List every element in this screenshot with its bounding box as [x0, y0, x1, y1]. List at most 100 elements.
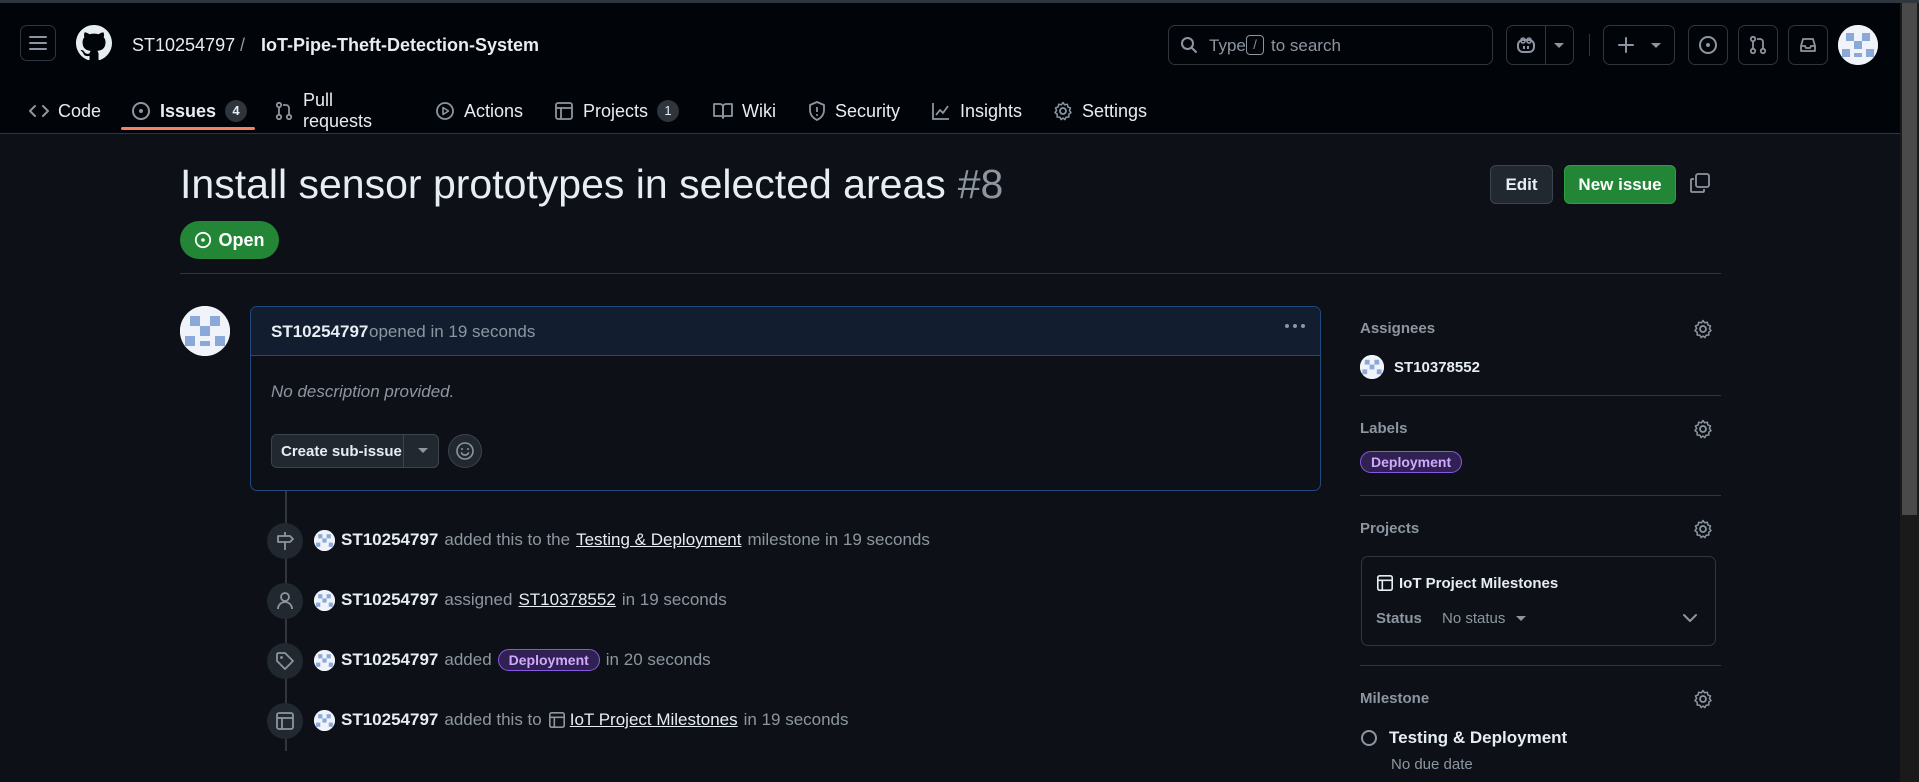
milestone-heading[interactable]: Milestone: [1360, 690, 1429, 707]
timeline-event-project: ST10254797 added this to IoT Project Mil…: [314, 708, 849, 732]
issue-number: #8: [957, 161, 1004, 207]
assignees-heading[interactable]: Assignees: [1360, 320, 1435, 337]
header-divider: [1589, 34, 1590, 56]
expand-chevron-icon[interactable]: [1682, 613, 1698, 623]
timeline-event-milestone: ST10254797 added this to the Testing & D…: [314, 528, 930, 552]
smiley-icon: [456, 442, 474, 460]
tab-label: Security: [835, 100, 901, 121]
project-status-value: No status: [1442, 610, 1506, 627]
label-badge[interactable]: Deployment: [1360, 451, 1463, 473]
chevron-down-icon[interactable]: [417, 447, 429, 455]
tab-label: Actions: [464, 100, 524, 121]
breadcrumb-owner[interactable]: ST10254797: [132, 35, 235, 56]
milestone-item[interactable]: Testing & Deployment: [1361, 728, 1567, 748]
event-actor[interactable]: ST10254797: [341, 590, 438, 610]
avatar[interactable]: [314, 589, 335, 611]
copilot-button[interactable]: [1506, 25, 1574, 65]
event-text: added: [444, 650, 492, 669]
search-icon: [1180, 36, 1198, 54]
labels-heading[interactable]: Labels: [1360, 420, 1408, 437]
page-scrollbar[interactable]: [1900, 3, 1919, 782]
plus-icon: [1617, 36, 1635, 54]
new-issue-button[interactable]: New issue: [1564, 165, 1676, 204]
gear-icon[interactable]: [1693, 419, 1713, 439]
github-logo-icon[interactable]: [76, 25, 112, 61]
tab-security[interactable]: Security: [808, 88, 900, 134]
copilot-divider: [1545, 26, 1546, 64]
inbox-button[interactable]: [1788, 25, 1828, 65]
assignee-link[interactable]: ST10378552: [518, 590, 615, 610]
graph-icon: [931, 101, 951, 121]
tab-pull-requests[interactable]: Pull requests: [274, 88, 372, 134]
gear-icon[interactable]: [1693, 689, 1713, 709]
issues-button[interactable]: [1688, 25, 1728, 65]
tab-projects[interactable]: Projects 1: [554, 88, 680, 134]
issue-title: Install sensor prototypes in selected ar…: [180, 161, 1003, 208]
table-icon: [1376, 574, 1394, 592]
event-text: added this to the: [444, 530, 571, 549]
git-pull-request-icon: [274, 101, 294, 121]
projects-count-badge: 1: [657, 100, 680, 122]
issue-state-badge: Open: [180, 221, 279, 259]
sidebar-divider: [1360, 665, 1721, 666]
event-actor[interactable]: ST10254797: [341, 530, 438, 550]
gear-icon[interactable]: [1693, 519, 1713, 539]
avatar: [1360, 355, 1384, 379]
menu-button[interactable]: [20, 25, 56, 61]
timeline-event-assigned: ST10254797 assigned ST10378552 in 19 sec…: [314, 588, 727, 612]
code-icon: [29, 103, 49, 119]
project-link[interactable]: IoT Project Milestones: [570, 710, 738, 730]
table-icon: [554, 101, 574, 121]
create-sub-issue-label: Create sub-issue: [281, 443, 402, 460]
milestone-link[interactable]: Testing & Deployment: [576, 530, 741, 550]
tab-insights[interactable]: Insights: [931, 88, 1022, 134]
issue-body-comment: ST10254797 opened in 19 seconds No descr…: [250, 306, 1321, 491]
tab-wiki[interactable]: Wiki: [713, 88, 776, 134]
project-name: IoT Project Milestones: [1399, 574, 1559, 592]
repo-header: ST10254797 / IoT-Pipe-Theft-Detection-Sy…: [0, 3, 1900, 134]
chevron-down-icon[interactable]: [1553, 42, 1565, 50]
issue-opened-icon: [194, 231, 212, 249]
avatar[interactable]: [314, 709, 335, 731]
event-actor[interactable]: ST10254797: [341, 650, 438, 670]
issue-title-text: Install sensor prototypes in selected ar…: [180, 161, 946, 207]
gear-icon[interactable]: [1693, 319, 1713, 339]
comment-author[interactable]: ST10254797: [271, 322, 368, 342]
play-icon: [435, 101, 455, 121]
issues-count-badge: 4: [225, 100, 248, 122]
event-text: assigned: [444, 590, 513, 609]
copy-link-icon[interactable]: [1689, 172, 1711, 194]
event-text: added this to: [444, 710, 542, 729]
create-new-button[interactable]: [1603, 25, 1675, 65]
tab-label: Code: [58, 100, 102, 121]
edit-button[interactable]: Edit: [1490, 165, 1553, 204]
milestone-progress-icon: [1361, 730, 1377, 746]
avatar[interactable]: [314, 649, 335, 671]
milestone-name: Testing & Deployment: [1389, 728, 1568, 747]
add-reaction-button[interactable]: [448, 434, 482, 468]
tab-settings[interactable]: Settings: [1053, 88, 1147, 134]
label-badge[interactable]: Deployment: [497, 649, 600, 671]
tab-actions[interactable]: Actions: [435, 88, 523, 134]
search-input[interactable]: Type / to search: [1168, 25, 1493, 65]
table-icon: [548, 711, 566, 729]
author-avatar[interactable]: [180, 306, 230, 356]
comment-header: ST10254797 opened in 19 seconds: [251, 307, 1320, 356]
active-tab-underline: [121, 127, 255, 130]
pull-requests-button[interactable]: [1738, 25, 1778, 65]
breadcrumb-repo-name[interactable]: IoT-Pipe-Theft-Detection-System: [261, 35, 539, 56]
event-text: in 19 seconds: [621, 590, 727, 609]
tab-code[interactable]: Code: [29, 88, 101, 134]
assignee-item[interactable]: ST10378552: [1360, 355, 1480, 379]
kebab-menu-icon[interactable]: [1284, 323, 1306, 329]
projects-heading[interactable]: Projects: [1360, 520, 1419, 537]
scrollbar-thumb[interactable]: [1902, 3, 1917, 515]
event-actor[interactable]: ST10254797: [341, 710, 438, 730]
user-avatar[interactable]: [1838, 25, 1878, 65]
avatar[interactable]: [314, 529, 335, 551]
project-name-link[interactable]: IoT Project Milestones: [1376, 574, 1558, 592]
tab-label: Insights: [960, 100, 1023, 121]
person-icon: [267, 583, 303, 619]
create-sub-issue-button[interactable]: Create sub-issue: [271, 434, 439, 468]
project-status-dropdown[interactable]: No status: [1442, 610, 1527, 627]
